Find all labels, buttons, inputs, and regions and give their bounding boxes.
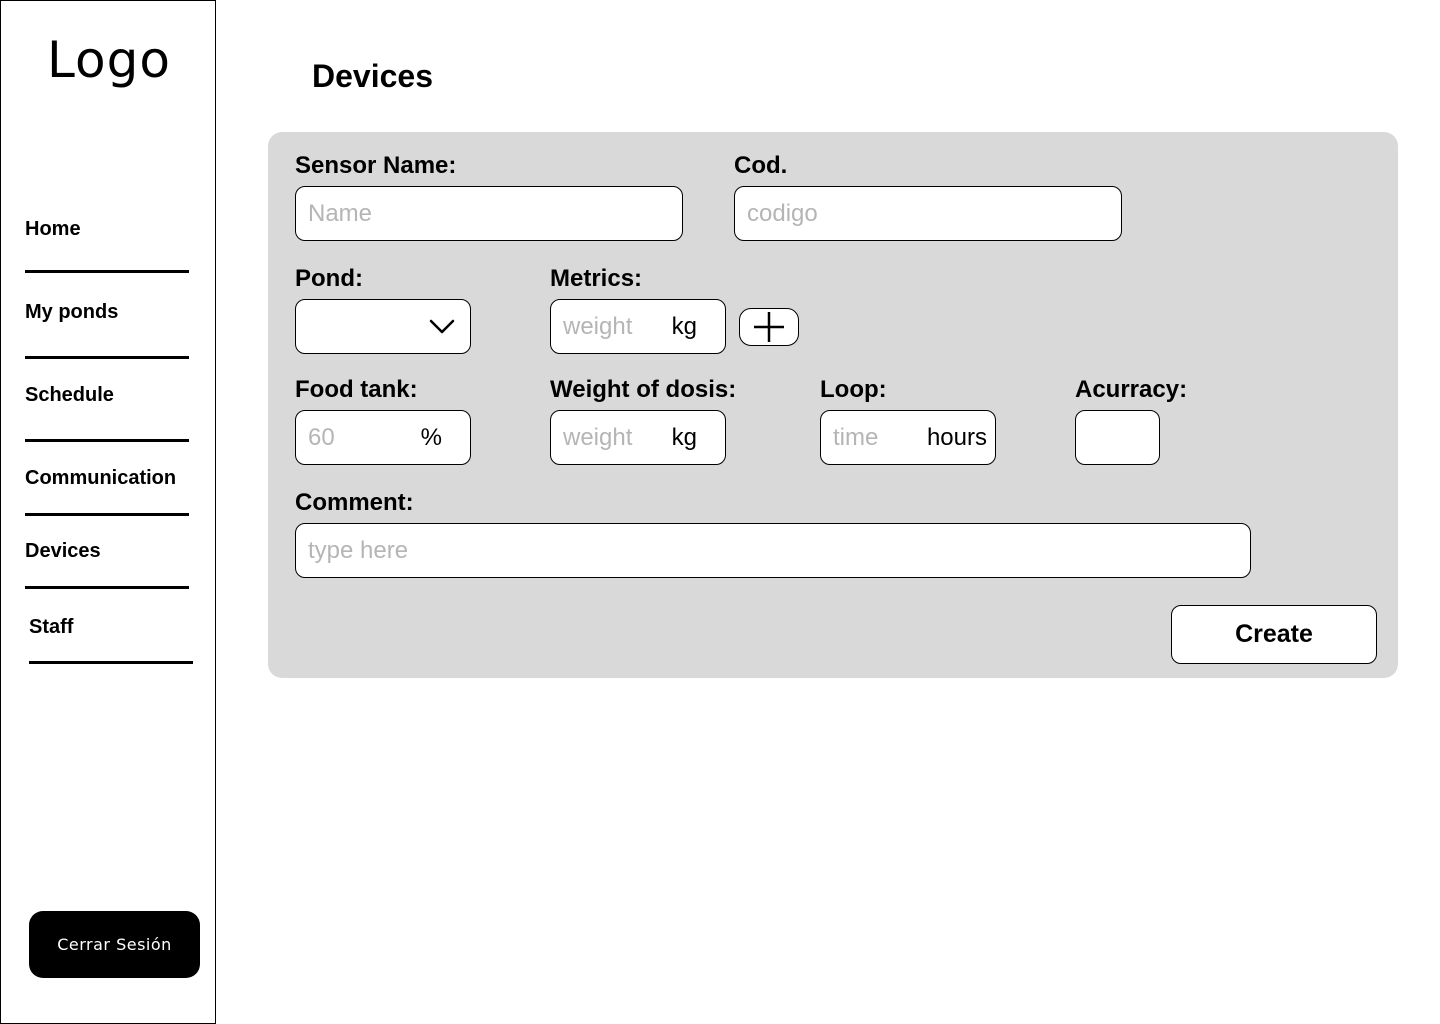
weight-of-dosis-field[interactable]: kg	[550, 410, 726, 465]
metrics-label: Metrics:	[550, 265, 643, 292]
plus-icon	[754, 312, 784, 342]
nav-divider	[29, 661, 193, 664]
weight-of-dosis-input[interactable]	[563, 423, 663, 452]
metrics-unit: kg	[671, 312, 697, 340]
pond-label: Pond:	[295, 265, 363, 292]
nav-divider	[25, 513, 189, 516]
loop-label: Loop:	[820, 376, 887, 403]
metrics-input[interactable]	[563, 312, 663, 341]
nav-divider	[25, 356, 189, 359]
accuracy-input[interactable]	[1088, 423, 1159, 452]
sidebar-item-home[interactable]: Home	[25, 218, 81, 241]
metrics-field[interactable]: kg	[550, 299, 726, 354]
food-tank-unit: %	[420, 423, 442, 451]
chevron-down-icon[interactable]	[428, 314, 456, 338]
comment-input[interactable]	[308, 536, 1250, 565]
create-button[interactable]: Create	[1171, 605, 1377, 664]
pond-select[interactable]	[295, 299, 471, 354]
sidebar-item-devices[interactable]: Devices	[25, 540, 101, 563]
device-form-panel: Sensor Name: Cod. Pond: Metrics: kg Food…	[268, 132, 1398, 678]
loop-unit: hours	[926, 423, 987, 451]
accuracy-field[interactable]	[1075, 410, 1160, 465]
page-title: Devices	[312, 58, 433, 94]
food-tank-field[interactable]: %	[295, 410, 471, 465]
add-metric-button[interactable]	[739, 308, 799, 346]
sensor-name-input[interactable]	[308, 199, 682, 228]
loop-field[interactable]: hours	[820, 410, 996, 465]
comment-label: Comment:	[295, 489, 414, 516]
sidebar-item-staff[interactable]: Staff	[29, 616, 73, 639]
weight-of-dosis-unit: kg	[671, 423, 697, 451]
cod-field[interactable]	[734, 186, 1122, 241]
accuracy-label: Acurracy:	[1075, 376, 1188, 403]
cod-label: Cod.	[734, 152, 788, 179]
nav-divider	[25, 586, 189, 589]
sensor-name-field[interactable]	[295, 186, 683, 241]
sensor-name-label: Sensor Name:	[295, 152, 457, 179]
nav-divider	[25, 439, 189, 442]
cod-input[interactable]	[747, 199, 1121, 228]
logout-button[interactable]: Cerrar Sesión	[29, 911, 200, 978]
sidebar-item-my-ponds[interactable]: My ponds	[25, 301, 118, 324]
weight-of-dosis-label: Weight of dosis:	[550, 376, 737, 403]
nav-divider	[25, 270, 189, 273]
comment-field[interactable]	[295, 523, 1251, 578]
sidebar-item-communication[interactable]: Communication	[25, 467, 176, 490]
logo: Logo	[47, 31, 171, 89]
food-tank-label: Food tank:	[295, 376, 418, 403]
loop-input[interactable]	[833, 423, 913, 452]
sidebar: Logo Home My ponds Schedule Communicatio…	[0, 0, 216, 1024]
sidebar-item-schedule[interactable]: Schedule	[25, 384, 114, 407]
food-tank-input[interactable]	[308, 423, 408, 452]
